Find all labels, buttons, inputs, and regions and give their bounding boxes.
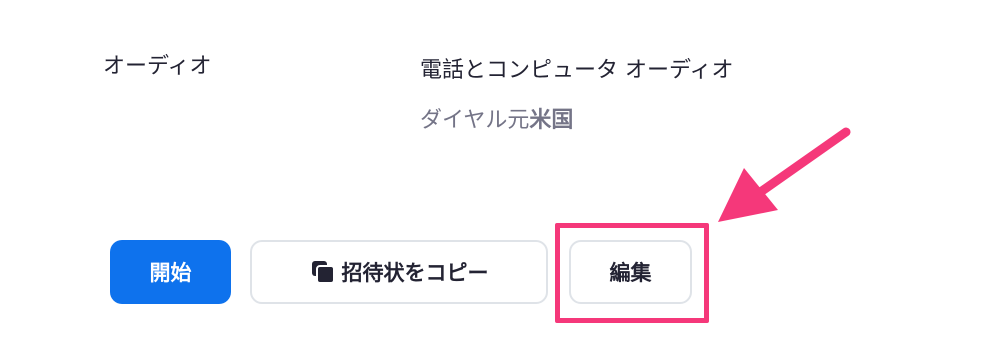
audio-value: 電話とコンピュータ オーディオ: [420, 58, 734, 83]
dial-in-country: 米国: [529, 108, 574, 133]
audio-label: オーディオ: [103, 54, 212, 79]
annotation-arrow-icon: [718, 127, 851, 222]
dial-in-prefix: ダイヤル元: [420, 108, 530, 133]
dial-in-line: ダイヤル元米国: [420, 104, 573, 138]
start-button-label: 開始: [149, 261, 192, 285]
copy-invitation-button[interactable]: 招待状をコピー: [250, 240, 548, 304]
edit-highlight-box: [555, 223, 709, 323]
start-button[interactable]: 開始: [110, 240, 231, 304]
copy-invitation-label: 招待状をコピー: [341, 261, 489, 285]
copy-icon: [310, 259, 336, 285]
